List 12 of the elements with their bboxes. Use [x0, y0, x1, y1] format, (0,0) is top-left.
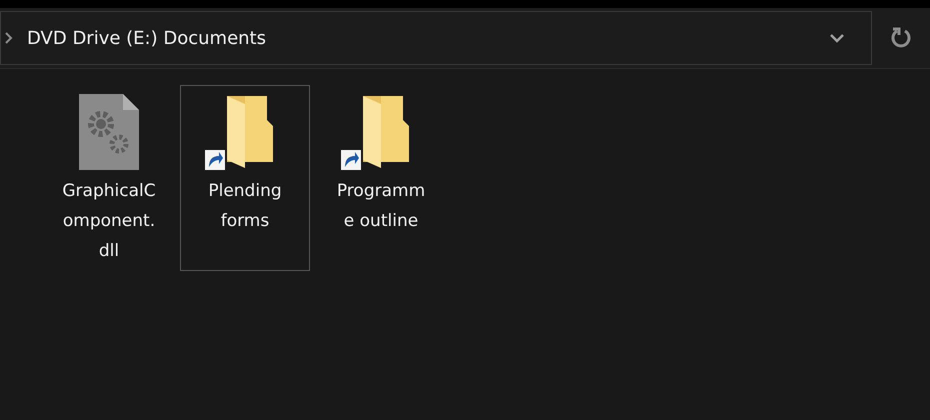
address-bar[interactable]: DVD Drive (E:) Documents: [0, 11, 872, 65]
address-path: DVD Drive (E:) Documents: [27, 28, 266, 48]
file-item[interactable]: Programm e outline: [316, 85, 446, 271]
gear-file-icon: [77, 92, 141, 172]
refresh-icon: [889, 26, 913, 50]
file-item[interactable]: Plending forms: [180, 85, 310, 271]
file-item[interactable]: GraphicalC omponent. dll: [44, 85, 174, 271]
chevron-right-icon: [5, 32, 13, 44]
file-name: Plending forms: [208, 180, 282, 233]
file-name: GraphicalC omponent. dll: [62, 180, 156, 263]
file-name: Programm e outline: [336, 180, 426, 233]
dropdown-icon[interactable]: [829, 33, 845, 43]
